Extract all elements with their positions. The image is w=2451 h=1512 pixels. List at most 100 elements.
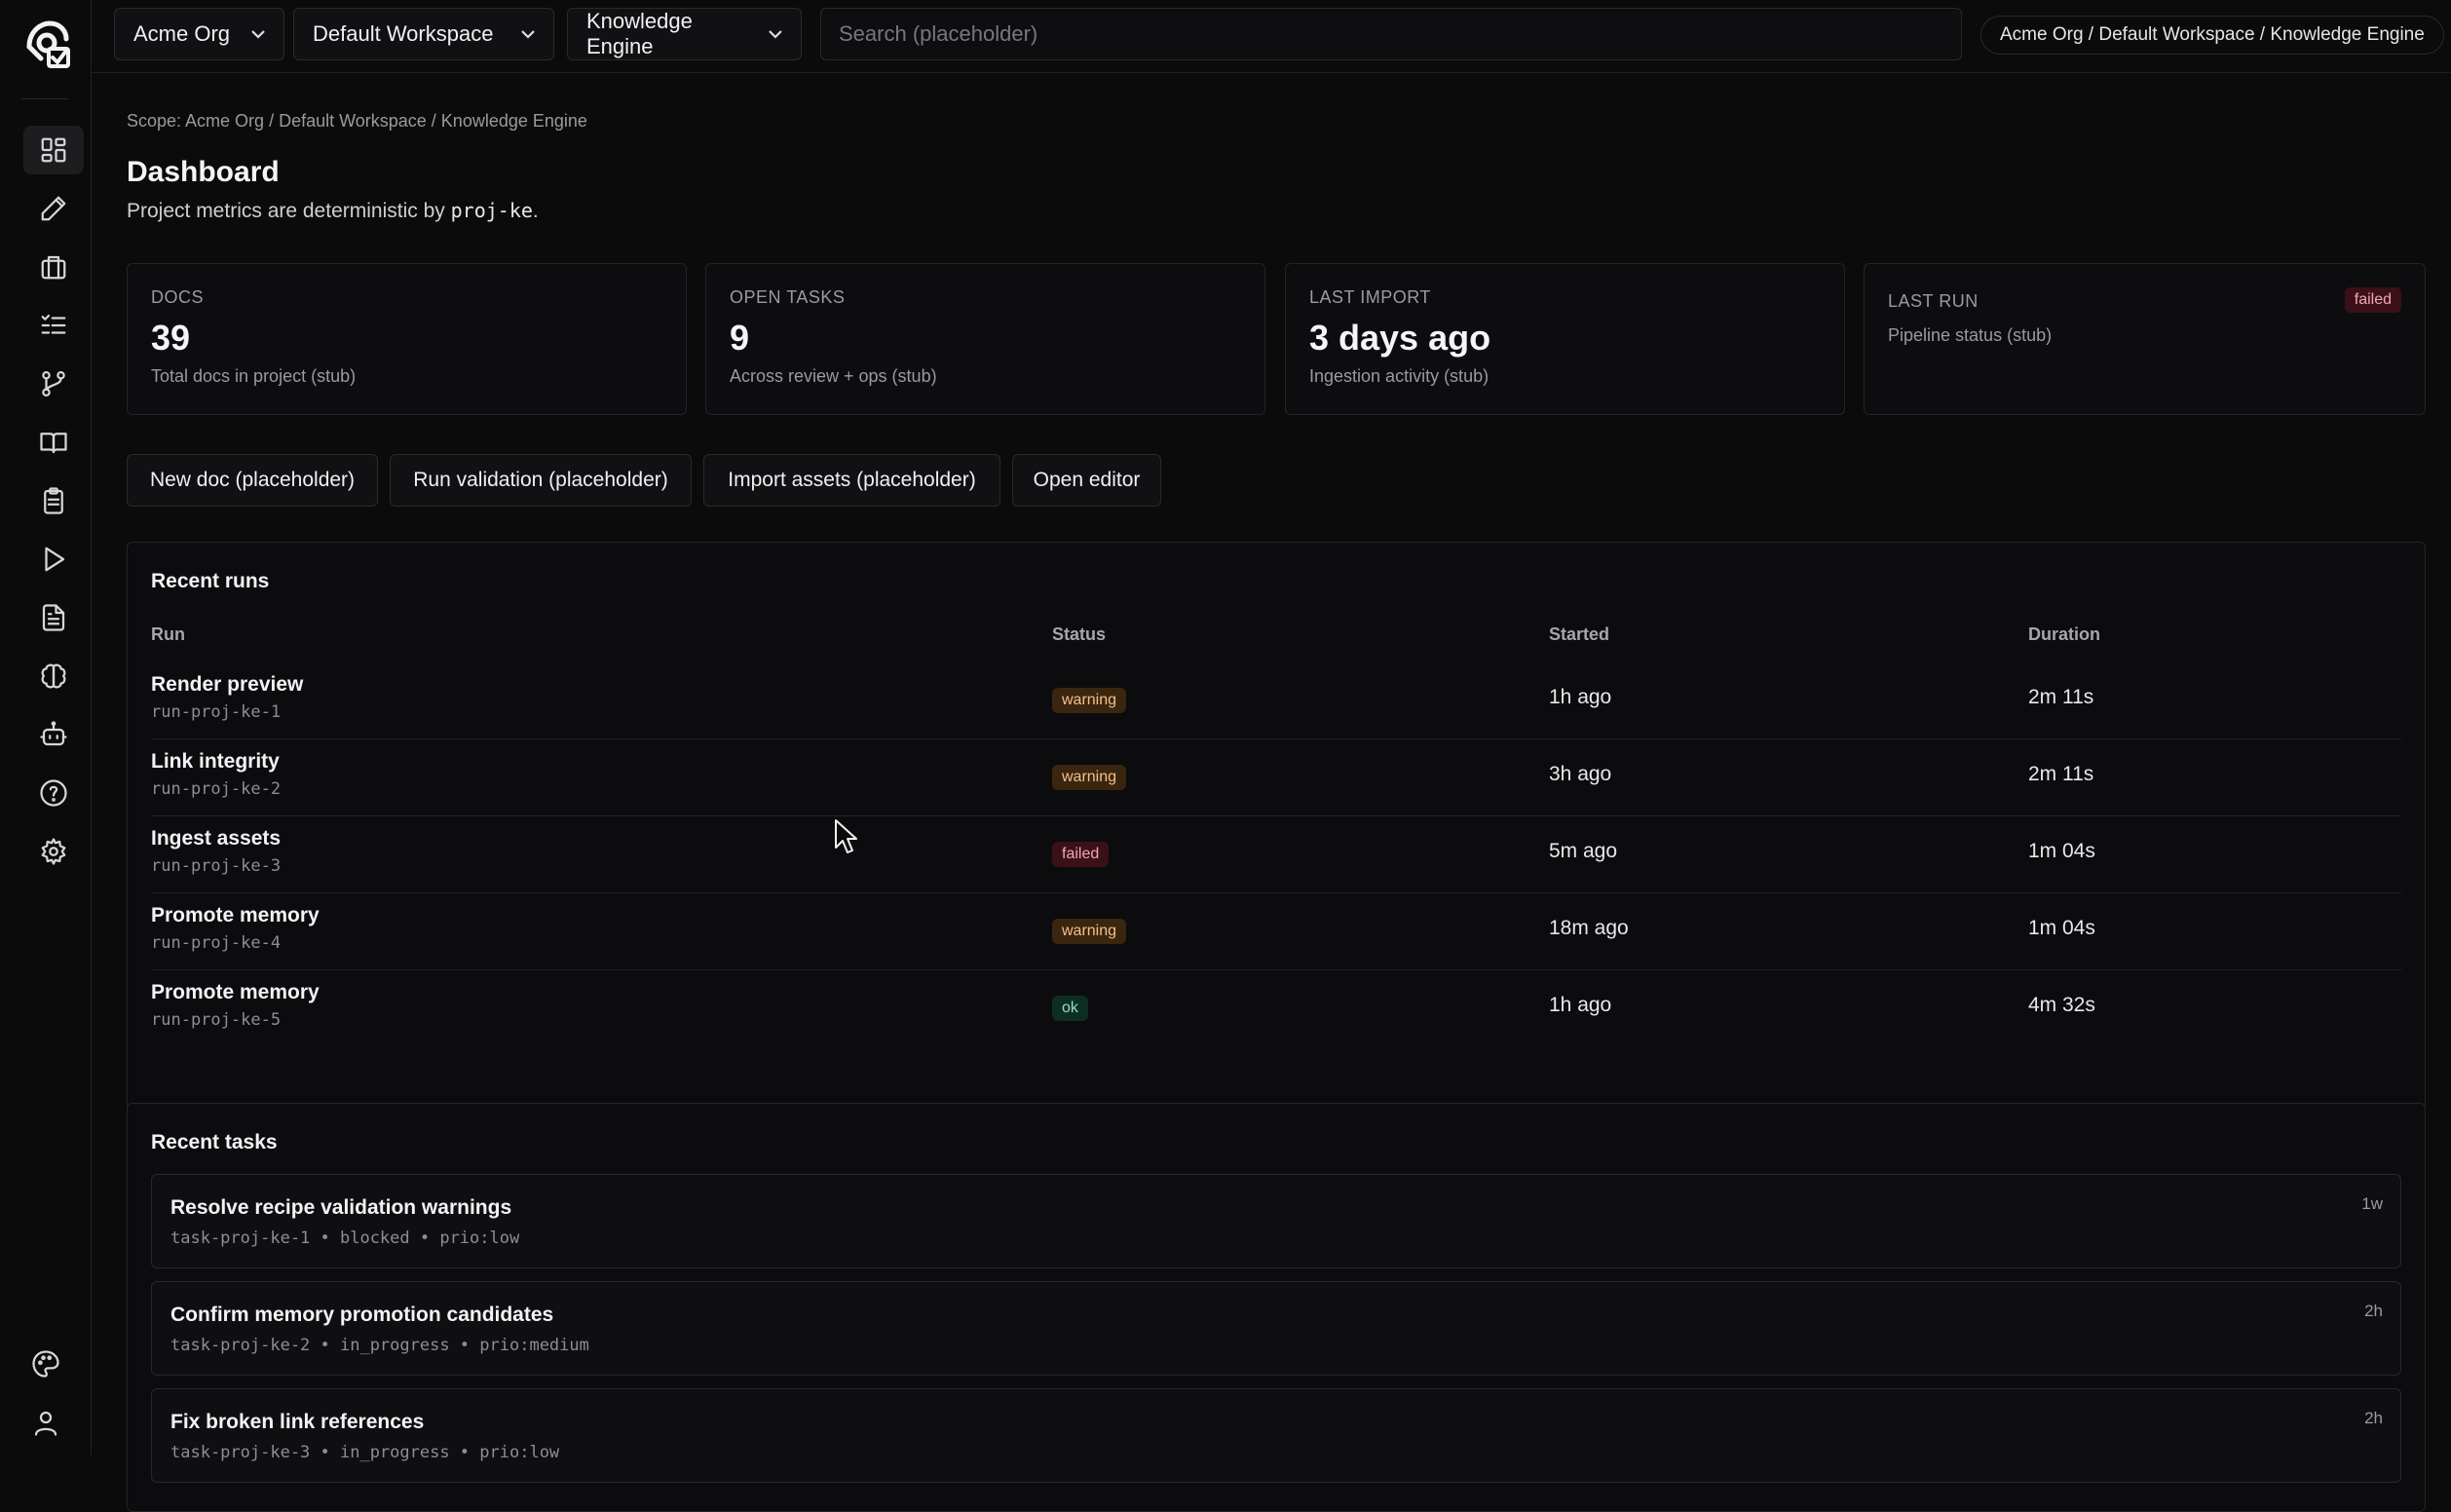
run-name[interactable]: Ingest assets [151, 827, 281, 850]
page-subtitle: Project metrics are deterministic by pro… [127, 199, 539, 223]
app-logo-icon[interactable] [23, 18, 72, 70]
chevron-down-icon [769, 30, 782, 39]
nav-dashboard[interactable] [23, 126, 84, 174]
subtitle-text: Project metrics are deterministic by [127, 200, 451, 222]
project-select[interactable]: Knowledge Engine [567, 8, 802, 60]
run-started: 3h ago [1549, 763, 1612, 785]
nav-projects[interactable] [23, 243, 84, 291]
run-name[interactable]: Promote memory [151, 981, 320, 1004]
metric-label: LAST RUN [1888, 291, 1979, 311]
run-id: run-proj-ke-4 [151, 933, 282, 953]
play-icon [45, 547, 65, 572]
nav-pipelines[interactable] [23, 359, 84, 408]
chevron-down-icon [521, 30, 535, 39]
task-meta: task-proj-ke-2 • in_progress • prio:medi… [170, 1336, 589, 1355]
run-started: 18m ago [1549, 917, 1629, 939]
run-started: 1h ago [1549, 994, 1612, 1016]
metric-label: OPEN TASKS [730, 287, 846, 307]
scope-label: Scope: Acme Org / Default Workspace / Kn… [127, 111, 587, 131]
subtitle-suffix: . [532, 200, 539, 222]
table-row[interactable]: Promote memory run-proj-ke-4 warning 18m… [151, 892, 2401, 970]
nav-help[interactable] [23, 769, 84, 817]
subtitle-project-code: proj-ke [450, 199, 533, 222]
sidebar-divider [21, 98, 68, 99]
help-icon [40, 779, 67, 807]
pencil-icon [41, 196, 66, 221]
nav-theme[interactable] [16, 1340, 76, 1388]
task-age: 1w [2361, 1194, 2383, 1213]
column-header-duration: Duration [2028, 624, 2100, 644]
clipboard-icon [44, 487, 63, 514]
nav-reports[interactable] [23, 593, 84, 642]
table-row[interactable]: Link integrity run-proj-ke-2 warning 3h … [151, 738, 2401, 816]
list-item[interactable]: Resolve recipe validation warnings task-… [151, 1174, 2401, 1268]
page-title: Dashboard [127, 156, 280, 188]
palette-icon [32, 1350, 59, 1378]
sidebar [0, 0, 92, 1455]
task-meta: task-proj-ke-3 • in_progress • prio:low [170, 1443, 560, 1462]
git-branch-icon [42, 371, 65, 397]
nav-editor[interactable] [23, 184, 84, 233]
nav-runs[interactable] [23, 535, 84, 584]
run-validation-button[interactable]: Run validation (placeholder) [390, 454, 692, 507]
list-item[interactable]: Confirm memory promotion candidates task… [151, 1281, 2401, 1376]
recent-runs-title: Recent runs [151, 570, 270, 592]
metric-value: 9 [730, 318, 750, 358]
table-row[interactable]: Render preview run-proj-ke-1 warning 1h … [151, 662, 2401, 739]
recent-tasks-title: Recent tasks [151, 1131, 278, 1153]
briefcase-icon [41, 255, 66, 280]
status-badge: warning [1052, 688, 1127, 713]
org-select-value: Acme Org [133, 21, 231, 46]
run-id: run-proj-ke-1 [151, 702, 282, 722]
task-title[interactable]: Resolve recipe validation warnings [170, 1196, 511, 1220]
column-header-status: Status [1052, 624, 1107, 644]
task-title[interactable]: Confirm memory promotion candidates [170, 1304, 553, 1327]
metric-value: 3 days ago [1309, 318, 1491, 358]
task-age: 2h [2364, 1409, 2383, 1427]
checklist-icon [41, 314, 66, 334]
run-name[interactable]: Promote memory [151, 904, 320, 927]
topbar: Acme Org Default Workspace Knowledge Eng… [91, 0, 2451, 73]
org-select[interactable]: Acme Org [114, 8, 284, 60]
nav-reviews[interactable] [23, 476, 84, 525]
metric-value: 39 [151, 318, 191, 358]
run-started: 1h ago [1549, 686, 1612, 708]
metric-subtext: Total docs in project (stub) [151, 366, 357, 386]
status-badge: ok [1052, 996, 1088, 1021]
metric-card-open-tasks: OPEN TASKS 9 Across review + ops (stub) [705, 263, 1265, 415]
mouse-cursor-icon [835, 819, 857, 853]
table-row[interactable]: Ingest assets run-proj-ke-3 failed 5m ag… [151, 815, 2401, 893]
run-name[interactable]: Link integrity [151, 750, 280, 774]
task-title[interactable]: Fix broken link references [170, 1411, 424, 1434]
nav-profile[interactable] [16, 1398, 76, 1447]
run-name[interactable]: Render preview [151, 673, 303, 697]
nav-settings[interactable] [23, 827, 84, 876]
project-select-value: Knowledge Engine [586, 9, 693, 58]
document-icon [42, 604, 65, 631]
search-input[interactable] [820, 8, 1962, 60]
column-header-run: Run [151, 624, 185, 644]
run-id: run-proj-ke-5 [151, 1010, 282, 1030]
nav-agents[interactable] [23, 710, 84, 759]
table-row[interactable]: Promote memory run-proj-ke-5 ok 1h ago 4… [151, 969, 2401, 1046]
metric-card-docs: DOCS 39 Total docs in project (stub) [127, 263, 687, 415]
dashboard-icon [41, 137, 66, 163]
run-id: run-proj-ke-3 [151, 856, 282, 876]
nav-memory[interactable] [23, 652, 84, 700]
nav-tasks[interactable] [23, 301, 84, 350]
status-badge: warning [1052, 765, 1127, 790]
scope-breadcrumb[interactable]: Acme Org / Default Workspace / Knowledge… [1980, 16, 2444, 55]
nav-docs[interactable] [23, 418, 84, 467]
metric-label: LAST IMPORT [1309, 287, 1431, 307]
workspace-select[interactable]: Default Workspace [293, 8, 554, 60]
new-doc-button[interactable]: New doc (placeholder) [127, 454, 378, 507]
run-id: run-proj-ke-2 [151, 779, 282, 799]
task-age: 2h [2364, 1302, 2383, 1320]
settings-icon [41, 838, 66, 865]
open-editor-button[interactable]: Open editor [1012, 454, 1161, 507]
column-header-started: Started [1549, 624, 1610, 644]
run-started: 5m ago [1549, 840, 1618, 862]
metric-subtext: Ingestion activity (stub) [1309, 366, 1489, 386]
list-item[interactable]: Fix broken link references task-proj-ke-… [151, 1388, 2401, 1483]
import-assets-button[interactable]: Import assets (placeholder) [703, 454, 1000, 507]
